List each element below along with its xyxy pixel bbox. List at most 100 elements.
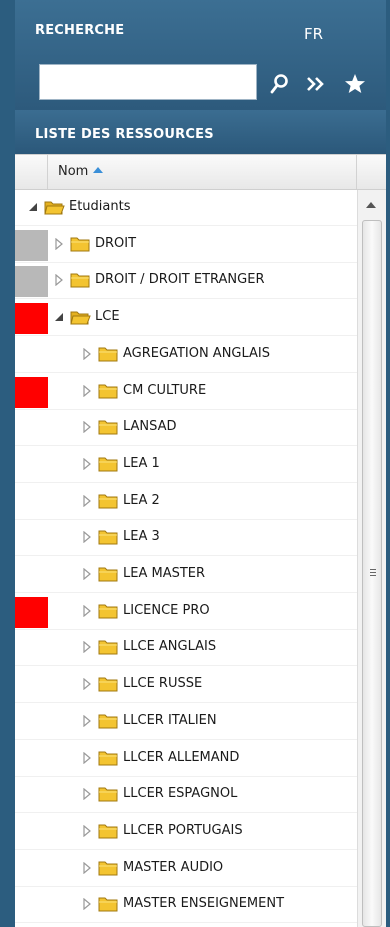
status-flag [15,376,48,408]
tree-item-label: LLCER PORTUGAIS [123,822,243,838]
tree-row[interactable]: LLCER ALLEMAND [15,741,357,777]
tree-row[interactable]: LLCER PORTUGAIS [15,814,357,850]
column-header-gutter [15,155,48,189]
collapse-toggle[interactable] [81,714,93,727]
collapse-toggle[interactable] [81,494,93,507]
tree-item-label: Etudiants [69,199,131,214]
triangle-right-icon [83,788,91,801]
scroll-thumb[interactable] [362,220,382,927]
scroll-up-arrow-icon[interactable] [366,202,376,208]
tree-row[interactable]: LEA MASTER [15,557,357,593]
scroll-thumb-grip [370,572,376,573]
folder-icon [97,747,119,769]
tree-row[interactable]: LLCER ITALIEN [15,704,357,740]
collapse-toggle[interactable] [81,898,93,911]
tree-item-label: LLCER ESPAGNOL [123,786,238,802]
collapse-toggle[interactable] [53,237,65,250]
tree-row[interactable]: LLCE ANGLAIS [15,630,357,667]
triangle-right-icon [83,531,91,544]
tree-row[interactable]: LLCER ESPAGNOL [15,777,357,814]
collapse-toggle[interactable] [81,604,93,617]
language-switch[interactable]: FR [304,25,323,43]
tree-row[interactable]: LEA 2 [15,484,357,520]
folder-icon [97,343,119,365]
collapse-toggle[interactable] [81,861,93,874]
tree-item-label: LLCE ANGLAIS [123,639,217,655]
folder-icon [69,233,91,255]
search-panel: RECHERCHE FR [15,0,386,110]
collapse-toggle[interactable] [81,384,93,397]
right-frame-edge [386,0,390,927]
folder-icon [97,380,119,402]
triangle-right-icon [83,568,91,580]
tree-item-label: AGREGATION ANGLAIS [123,345,271,361]
collapse-toggle[interactable] [81,568,93,580]
tree-row[interactable]: LEA 3 [15,520,357,557]
column-header-name[interactable]: Nom [58,164,104,179]
tree-row[interactable]: LEA 1 [15,447,357,483]
folder-icon [97,490,119,512]
search-input[interactable] [39,64,257,100]
search-panel-title: RECHERCHE [35,23,125,38]
folder-icon [97,783,119,805]
tree-row[interactable]: LICENCE PRO [15,594,357,630]
collapse-toggle[interactable] [81,824,93,837]
folder-icon [97,710,119,732]
tree-row[interactable]: MASTER ENSEIGNEMENT [15,887,357,924]
collapse-toggle[interactable] [81,421,93,434]
tree-scrollbar[interactable] [357,190,386,927]
triangle-right-icon [83,678,91,691]
tree-row[interactable]: CM CULTURE [15,374,357,410]
collapse-toggle[interactable] [81,678,93,691]
collapse-toggle[interactable] [81,531,93,544]
double-chevron-right-icon [307,77,324,91]
tree-row[interactable]: LANSAD [15,410,357,447]
tree-item-label: MASTER AUDIO [123,859,224,875]
expand-toggle[interactable] [27,201,39,213]
status-flag [15,303,48,335]
collapse-toggle[interactable] [81,788,93,801]
tree-row[interactable]: MASTER AUDIO [15,851,357,887]
collapse-toggle[interactable] [81,457,93,470]
star-icon [345,74,365,93]
tree-row[interactable]: Etudiants [15,190,357,226]
collapse-toggle[interactable] [81,347,93,360]
collapse-toggle[interactable] [53,274,65,287]
folder-icon [97,453,119,475]
tree-item-label: DROIT / DROIT ETRANGER [95,272,265,288]
tree-item-label: LLCE RUSSE [123,676,203,692]
folder-icon [69,306,91,328]
tree-row[interactable]: DROIT / DROIT ETRANGER [15,263,357,300]
folder-icon [97,600,119,622]
folder-icon [97,526,119,548]
folder-icon [43,196,65,218]
tree-row[interactable]: LCE [15,300,357,337]
tree-row[interactable]: LLCE RUSSE [15,667,357,704]
tree-item-label: LEA 2 [123,492,160,508]
favorites-button[interactable] [341,70,369,98]
tree-item-label: MASTER ENSEIGNEMENT [123,896,285,912]
resource-list-header: LISTE DES RESSOURCES [15,110,386,154]
advanced-search-button[interactable] [302,70,330,98]
folder-icon [97,857,119,879]
expand-toggle[interactable] [53,311,65,323]
triangle-right-icon [83,384,91,397]
triangle-right-icon [55,274,63,287]
triangle-right-icon [83,421,91,434]
tree-row[interactable]: AGREGATION ANGLAIS [15,337,357,373]
folder-icon [97,416,119,438]
collapse-toggle[interactable] [81,641,93,654]
tree-row[interactable]: DROIT [15,227,357,263]
triangle-down-icon [55,313,63,322]
triangle-right-icon [83,898,91,911]
folder-icon [69,269,91,291]
column-header-name-label: Nom [58,164,89,179]
resource-list-title: LISTE DES RESSOURCES [35,127,214,142]
tree-item-label: LICENCE PRO [123,602,210,618]
left-frame-edge [0,0,15,927]
triangle-right-icon [83,604,91,617]
search-button[interactable] [265,70,293,98]
collapse-toggle[interactable] [81,751,93,764]
tree-item-label: CM CULTURE [123,382,207,398]
triangle-right-icon [83,494,91,507]
